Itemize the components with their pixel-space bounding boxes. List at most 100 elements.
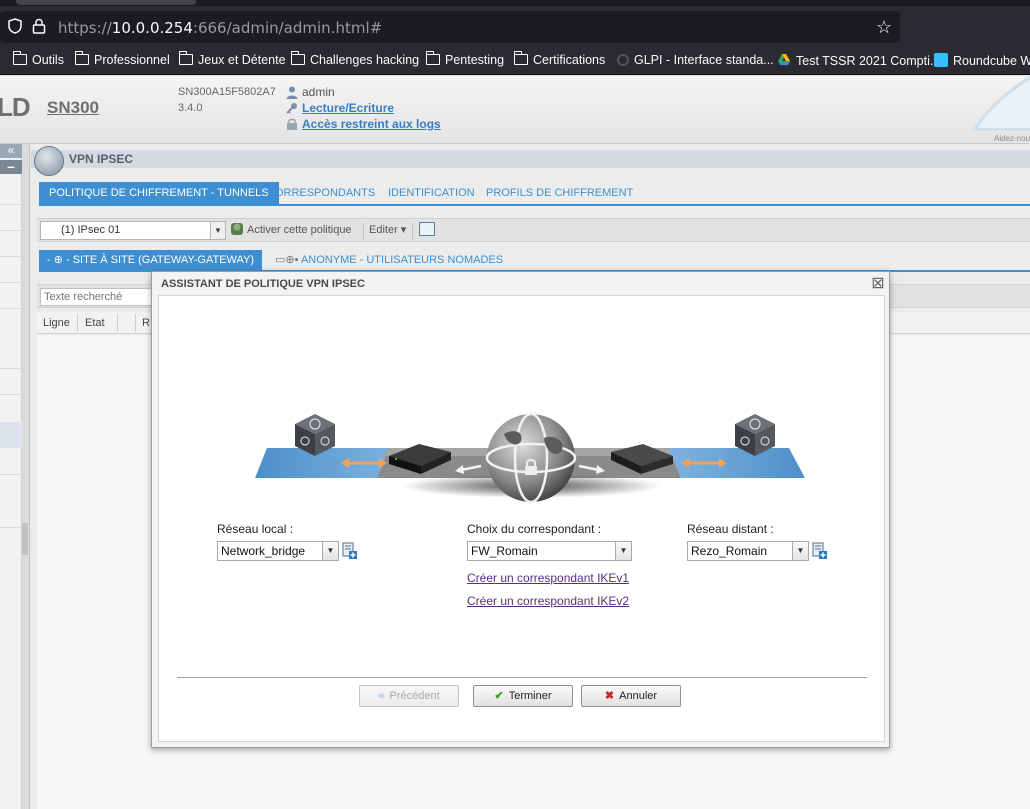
folder-icon (178, 51, 193, 65)
browser-toolbar: https://10.0.0.254:666/admin/admin.html#… (0, 6, 1030, 48)
minimize-icon[interactable]: – (0, 159, 22, 174)
roundcube-icon (934, 53, 948, 67)
divider (0, 230, 22, 231)
create-ikev2-peer-link[interactable]: Créer un correspondant IKEv2 (467, 594, 629, 608)
chevron-down-icon[interactable]: ▼ (322, 542, 338, 560)
bookmark-star-icon[interactable]: ☆ (876, 17, 892, 38)
brand-logo: LD (0, 92, 31, 122)
address-bar[interactable]: https://10.0.0.254:666/admin/admin.html#… (0, 11, 900, 43)
bookmark-pentesting[interactable]: Pentesting (425, 51, 504, 67)
toolbar-separator (412, 223, 413, 239)
column-separator (117, 314, 118, 332)
tab-encryption-profiles[interactable]: PROFILS DE CHIFFREMENT (476, 182, 643, 204)
url-text: https://10.0.0.254:666/admin/admin.html# (58, 19, 383, 37)
chevron-down-icon[interactable]: ▼ (792, 542, 808, 560)
edit-menu-button[interactable]: Editer ▾ (369, 223, 406, 236)
close-icon[interactable]: ⊠ (870, 276, 886, 293)
create-ikev1-peer-link[interactable]: Créer un correspondant IKEv1 (467, 571, 629, 585)
search-input[interactable] (40, 288, 152, 306)
column-separator (77, 314, 78, 332)
shield-icon[interactable] (8, 18, 22, 39)
bookmarks-bar: Outils Professionnel Jeux et Détente Cha… (0, 48, 1030, 75)
vpn-padlock-icon (34, 146, 64, 176)
activate-icon (231, 223, 243, 235)
bookmark-roundcube[interactable]: Roundcube W (934, 53, 1030, 68)
chevron-down-icon[interactable]: ▼ (615, 542, 631, 560)
help-text[interactable]: Aidez-nou (994, 134, 1030, 143)
help-graphic[interactable] (968, 76, 1030, 131)
column-ligne[interactable]: Ligne (43, 317, 70, 329)
cancel-button[interactable]: ✖ Annuler (581, 685, 681, 707)
folder-icon (290, 51, 305, 65)
tab-correspondants[interactable]: CORRESPONDANTS (257, 182, 385, 204)
remote-network-label: Réseau distant : (687, 522, 774, 536)
folder-icon (74, 51, 89, 65)
finish-button[interactable]: ✔ Terminer (473, 685, 573, 707)
local-network-select[interactable]: Network_bridge ▼ (217, 541, 339, 561)
divider (0, 282, 22, 283)
bookmark-glpi[interactable]: GLPI - Interface standa... (617, 53, 774, 67)
padlock-icon (286, 118, 298, 130)
local-network-value: Network_bridge (221, 544, 306, 558)
chevron-down-icon[interactable]: ▼ (210, 222, 225, 239)
firmware-version: 3.4.0 (178, 102, 203, 114)
key-icon (286, 102, 298, 114)
user-icon (286, 86, 298, 99)
bookmark-challenges[interactable]: Challenges hacking (290, 51, 419, 67)
browser-tab[interactable] (16, 0, 196, 5)
vpn-policy-wizard-dialog: ASSISTANT DE POLITIQUE VPN IPSEC ⊠ Résea… (151, 271, 890, 748)
module-titlebar: VPN IPSEC (31, 146, 1030, 176)
dialog-body: Réseau local : Network_bridge ▼ Choix du… (158, 295, 885, 742)
policy-toolbar: (1) IPsec 01 ▼ Activer cette politique E… (37, 218, 1030, 242)
add-network-object-icon[interactable] (341, 542, 358, 560)
folder-icon (513, 51, 528, 65)
peer-select[interactable]: FW_Romain ▼ (467, 541, 632, 561)
double-chevron-left-icon: « (378, 690, 385, 702)
lock-icon[interactable] (32, 18, 46, 39)
bookmark-certifications[interactable]: Certifications (513, 51, 605, 67)
tab-site-to-site[interactable]: - ⊕ - SITE À SITE (GATEWAY-GATEWAY) (39, 250, 263, 270)
dialog-title: ASSISTANT DE POLITIQUE VPN IPSEC (161, 278, 365, 290)
tab-identification[interactable]: IDENTIFICATION (378, 182, 485, 204)
bookmark-test-tssr[interactable]: Test TSSR 2021 Compti... (777, 53, 940, 68)
policy-select[interactable]: (1) IPsec 01 ▼ (40, 221, 226, 240)
internet-globe-icon (485, 412, 577, 504)
cross-icon: ✖ (604, 690, 615, 702)
nomad-users-icon: ▭⊕▪ (275, 254, 299, 266)
peer-value: FW_Romain (471, 544, 538, 558)
remote-network-value: Rezo_Romain (691, 544, 768, 558)
serial-number: SN300A15F5802A7 (178, 86, 276, 98)
bookmark-jeux[interactable]: Jeux et Détente (178, 51, 286, 67)
local-network-label: Réseau local : (217, 522, 294, 536)
bookmark-professionnel[interactable]: Professionnel (74, 51, 170, 67)
divider (0, 474, 22, 475)
tab-encryption-policy[interactable]: POLITIQUE DE CHIFFREMENT - TUNNELS (39, 182, 279, 204)
column-etat[interactable]: Etat (85, 317, 105, 329)
divider (0, 368, 22, 369)
panel-splitter[interactable] (22, 144, 30, 809)
splitter-handle[interactable] (22, 523, 28, 555)
previous-button[interactable]: «Précédent (359, 685, 459, 707)
tab-anonymous-nomad[interactable]: ▭⊕▪ ANONYME - UTILISATEURS NOMADES (267, 250, 511, 270)
policy-select-value: (1) IPsec 01 (61, 224, 121, 236)
remote-network-select[interactable]: Rezo_Romain ▼ (687, 541, 809, 561)
divider (0, 204, 22, 205)
column-r[interactable]: R (142, 317, 150, 329)
divider (0, 308, 22, 309)
collapse-menu-icon[interactable]: « (0, 144, 22, 158)
export-icon[interactable] (419, 222, 435, 236)
divider (0, 527, 22, 528)
toolbar-separator (363, 223, 364, 239)
appliance-model[interactable]: SN300 (47, 98, 99, 118)
menu-item-selected[interactable] (0, 422, 22, 448)
folder-icon (12, 51, 27, 65)
activate-policy-button[interactable]: Activer cette politique (231, 223, 352, 236)
dialog-divider (177, 677, 867, 678)
restricted-logs-link[interactable]: Accès restreint aux logs (302, 117, 441, 131)
google-drive-icon (777, 53, 791, 67)
bookmark-outils[interactable]: Outils (12, 51, 64, 67)
read-write-link[interactable]: Lecture/Ecriture (302, 101, 394, 115)
vpn-topology-diagram (255, 412, 805, 504)
add-network-object-icon[interactable] (811, 542, 828, 560)
peer-choice-label: Choix du correspondant : (467, 522, 602, 536)
